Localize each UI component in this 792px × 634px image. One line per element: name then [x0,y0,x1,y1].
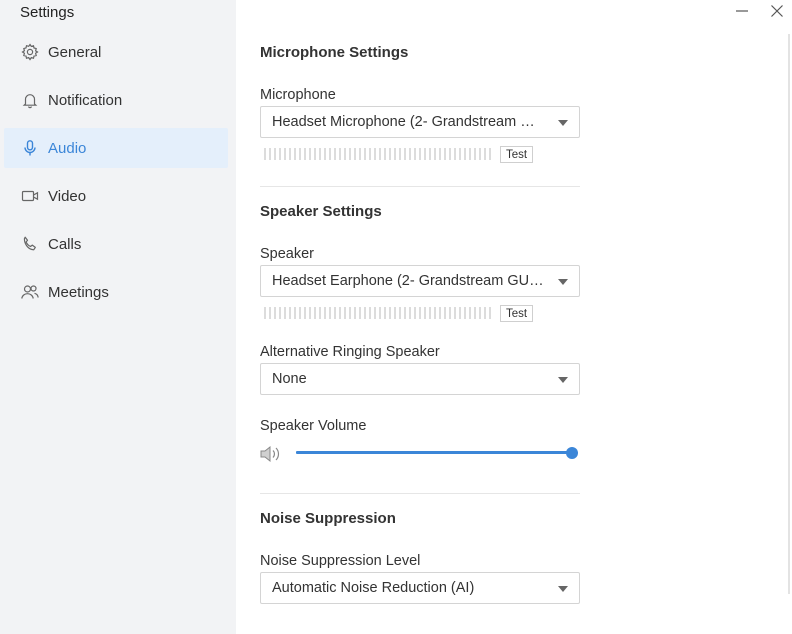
sidebar-item-audio[interactable]: Audio [4,128,228,168]
speaker-level-meter [264,307,492,319]
sidebar-item-label: Calls [48,235,82,253]
sidebar-item-label: Audio [48,139,87,157]
microphone-icon [20,138,40,158]
sidebar-item-meetings[interactable]: Meetings [4,272,228,312]
speaker-select-value: Headset Earphone (2- Grandstream GUV3000… [272,273,579,289]
noise-suppression-level-select[interactable]: Automatic Noise Reduction (AI) [260,572,580,604]
phone-icon [20,234,40,254]
people-icon [20,282,40,302]
chevron-down-icon [558,120,568,126]
chevron-down-icon [558,279,568,285]
sidebar-item-label: Video [48,187,87,205]
alternative-ringing-speaker-value: None [272,371,307,387]
noise-suppression-level-label: Noise Suppression Level [260,553,421,569]
sidebar-item-calls[interactable]: Calls [4,224,228,264]
chevron-down-icon [558,586,568,592]
app-title: Settings [20,4,75,21]
microphone-select[interactable]: Headset Microphone (2- Grandstream GUV30… [260,106,580,138]
alternative-ringing-speaker-select[interactable]: None [260,363,580,395]
speaker-volume-slider-fill [296,451,572,454]
chevron-down-icon [558,377,568,383]
alternative-ringing-speaker-label: Alternative Ringing Speaker [260,344,440,360]
speaker-volume-label: Speaker Volume [260,418,367,434]
speaker-volume-icon [259,444,285,464]
divider [260,186,580,187]
sidebar-item-label: General [48,43,102,61]
microphone-section-title: Microphone Settings [260,44,409,61]
microphone-select-value: Headset Microphone (2- Grandstream GUV30… [272,114,579,130]
bell-icon [20,90,40,110]
speaker-section-title: Speaker Settings [260,203,382,220]
speaker-volume-slider-track[interactable] [296,451,572,454]
noise-suppression-level-value: Automatic Noise Reduction (AI) [272,580,475,596]
microphone-label: Microphone [260,87,336,103]
speaker-test-button[interactable]: Test [500,305,533,322]
speaker-select[interactable]: Headset Earphone (2- Grandstream GUV3000… [260,265,580,297]
microphone-level-meter [264,148,492,160]
sidebar-item-label: Meetings [48,283,109,301]
gear-icon [20,42,40,62]
sidebar-item-video[interactable]: Video [4,176,228,216]
noise-suppression-section-title: Noise Suppression [260,510,396,527]
speaker-volume-slider-thumb[interactable] [566,447,578,459]
audio-settings-panel: Microphone Settings Microphone Headset M… [236,0,792,634]
sidebar-item-general[interactable]: General [4,32,228,72]
sidebar-item-label: Notification [48,91,123,109]
divider [260,493,580,494]
microphone-test-button[interactable]: Test [500,146,533,163]
video-camera-icon [20,186,40,206]
sidebar: Settings General Notification Audio Vide… [0,0,236,634]
sidebar-item-notification[interactable]: Notification [4,80,228,120]
speaker-label: Speaker [260,246,315,262]
